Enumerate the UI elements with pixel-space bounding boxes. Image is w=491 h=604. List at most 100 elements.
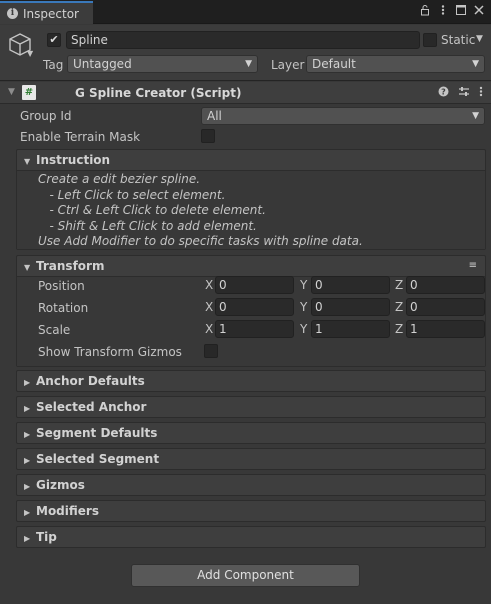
fold-closed-icon: ▶ — [24, 404, 31, 413]
info-icon: i — [7, 8, 18, 19]
scale-label: Scale — [38, 323, 71, 337]
static-label: Static — [441, 33, 476, 47]
layer-dropdown-value: Default — [312, 57, 356, 71]
transform-title: Transform — [36, 259, 105, 273]
svg-text:?: ? — [441, 88, 446, 97]
lock-icon[interactable] — [419, 4, 431, 16]
chevron-down-icon: ▼ — [472, 59, 479, 69]
section-title: Selected Anchor — [36, 400, 147, 414]
menu-icon[interactable] — [437, 4, 449, 16]
position-label: Position — [38, 279, 85, 293]
position-x-field[interactable]: 0 — [215, 276, 294, 294]
axis-x-label: X — [205, 322, 214, 336]
tag-dropdown[interactable]: Untagged ▼ — [67, 55, 258, 73]
window-tab-bar: i Inspector — [0, 0, 491, 24]
section-selected-segment[interactable]: ▶ Selected Segment — [16, 448, 486, 470]
section-modifiers[interactable]: ▶ Modifiers — [16, 500, 486, 522]
rotation-z-field[interactable]: 0 — [406, 298, 485, 316]
section-title: Gizmos — [36, 478, 85, 492]
tab-inspector[interactable]: i Inspector — [0, 1, 93, 24]
section-title: Segment Defaults — [36, 426, 158, 440]
gameobject-name-field[interactable]: Spline — [66, 31, 420, 49]
fold-open-icon: ▼ — [24, 263, 31, 272]
instruction-section: ▼ Instruction Create a edit bezier spline… — [16, 149, 486, 250]
section-title: Modifiers — [36, 504, 99, 518]
group-id-dropdown[interactable]: All ▼ — [201, 107, 485, 125]
rotation-y-field[interactable]: 0 — [311, 298, 390, 316]
instruction-title: Instruction — [36, 153, 111, 167]
help-icon[interactable]: ? — [438, 86, 449, 100]
fold-closed-icon: ▶ — [24, 482, 31, 491]
component-tools: ? — [438, 86, 483, 100]
instruction-body: Create a edit bezier spline. - Left Clic… — [17, 170, 485, 249]
group-id-value: All — [207, 109, 222, 123]
component-title: G Spline Creator (Script) — [75, 86, 242, 100]
preset-icon[interactable] — [458, 86, 470, 100]
section-title: Anchor Defaults — [36, 374, 145, 388]
context-menu-icon[interactable] — [479, 86, 483, 100]
static-checkbox[interactable] — [423, 33, 437, 47]
position-z-field[interactable]: 0 — [406, 276, 485, 294]
scale-z-field[interactable]: 1 — [406, 320, 485, 338]
axis-y-label: Y — [300, 300, 308, 314]
transform-gizmos-checkbox[interactable] — [204, 344, 218, 358]
axis-z-label: Z — [395, 300, 404, 314]
rotation-vector-field: X 0 Y 0 Z 0 — [205, 298, 485, 316]
position-y-field[interactable]: 0 — [311, 276, 390, 294]
axis-z-label: Z — [395, 322, 404, 336]
axis-x-label: X — [205, 278, 214, 292]
active-checkbox[interactable]: ✔ — [47, 33, 61, 47]
fold-closed-icon: ▶ — [24, 378, 31, 387]
component-header[interactable]: ▼ # G Spline Creator (Script) ? — [0, 82, 491, 104]
csharp-script-icon: # — [22, 85, 36, 100]
section-segment-defaults[interactable]: ▶ Segment Defaults — [16, 422, 486, 444]
transform-gizmos-label: Show Transform Gizmos — [38, 345, 182, 359]
rotation-x-field[interactable]: 0 — [215, 298, 294, 316]
fold-closed-icon: ▶ — [24, 456, 31, 465]
component-fold-icon[interactable]: ▼ — [8, 87, 15, 97]
group-id-label: Group Id — [20, 109, 72, 123]
layer-label: Layer — [271, 58, 305, 72]
axis-x-label: X — [205, 300, 214, 314]
gameobject-header: ▼ ✔ Spline Static ▼ Tag Untagged ▼ Layer… — [0, 25, 491, 81]
instruction-header[interactable]: ▼ Instruction — [17, 150, 485, 170]
instruction-line: - Ctrl & Left Click to delete element. — [38, 203, 266, 217]
section-selected-anchor[interactable]: ▶ Selected Anchor — [16, 396, 486, 418]
terrain-mask-checkbox[interactable] — [201, 129, 215, 143]
fold-closed-icon: ▶ — [24, 534, 31, 543]
section-title: Tip — [36, 530, 57, 544]
window-controls — [419, 4, 485, 16]
instruction-line: Use Add Modifier to do specific tasks wi… — [38, 234, 363, 248]
axis-y-label: Y — [300, 278, 308, 292]
scale-vector-field: X 1 Y 1 Z 1 — [205, 320, 485, 338]
section-tip[interactable]: ▶ Tip — [16, 526, 486, 548]
chevron-down-icon: ▼ — [472, 111, 479, 121]
position-vector-field: X 0 Y 0 Z 0 — [205, 276, 485, 294]
rotation-label: Rotation — [38, 301, 89, 315]
section-anchor-defaults[interactable]: ▶ Anchor Defaults — [16, 370, 486, 392]
fold-open-icon: ▼ — [24, 157, 31, 166]
instruction-line: - Shift & Left Click to add element. — [38, 218, 257, 233]
scale-y-field[interactable]: 1 — [311, 320, 390, 338]
maximize-icon[interactable] — [455, 4, 467, 16]
terrain-mask-label: Enable Terrain Mask — [20, 130, 141, 144]
tab-inspector-label: Inspector — [23, 6, 79, 21]
add-component-button[interactable]: Add Component — [131, 564, 360, 587]
axis-y-label: Y — [300, 322, 308, 336]
section-gizmos[interactable]: ▶ Gizmos — [16, 474, 486, 496]
fold-closed-icon: ▶ — [24, 430, 31, 439]
layer-dropdown[interactable]: Default ▼ — [306, 55, 485, 73]
close-icon[interactable] — [473, 4, 485, 16]
icon-dropdown-arrow-icon[interactable]: ▼ — [27, 49, 33, 58]
fold-closed-icon: ▶ — [24, 508, 31, 517]
instruction-line: Create a edit bezier spline. — [38, 172, 201, 186]
tag-label: Tag — [43, 58, 64, 72]
static-dropdown-arrow-icon[interactable]: ▼ — [476, 34, 483, 44]
scale-x-field[interactable]: 1 — [215, 320, 294, 338]
tag-dropdown-value: Untagged — [73, 57, 132, 71]
hamburger-menu-icon[interactable]: ≡ — [469, 256, 477, 276]
axis-z-label: Z — [395, 278, 404, 292]
section-title: Selected Segment — [36, 452, 160, 466]
transform-header[interactable]: ▼ Transform ≡ — [17, 256, 485, 276]
instruction-line: - Left Click to select element. — [38, 187, 226, 202]
